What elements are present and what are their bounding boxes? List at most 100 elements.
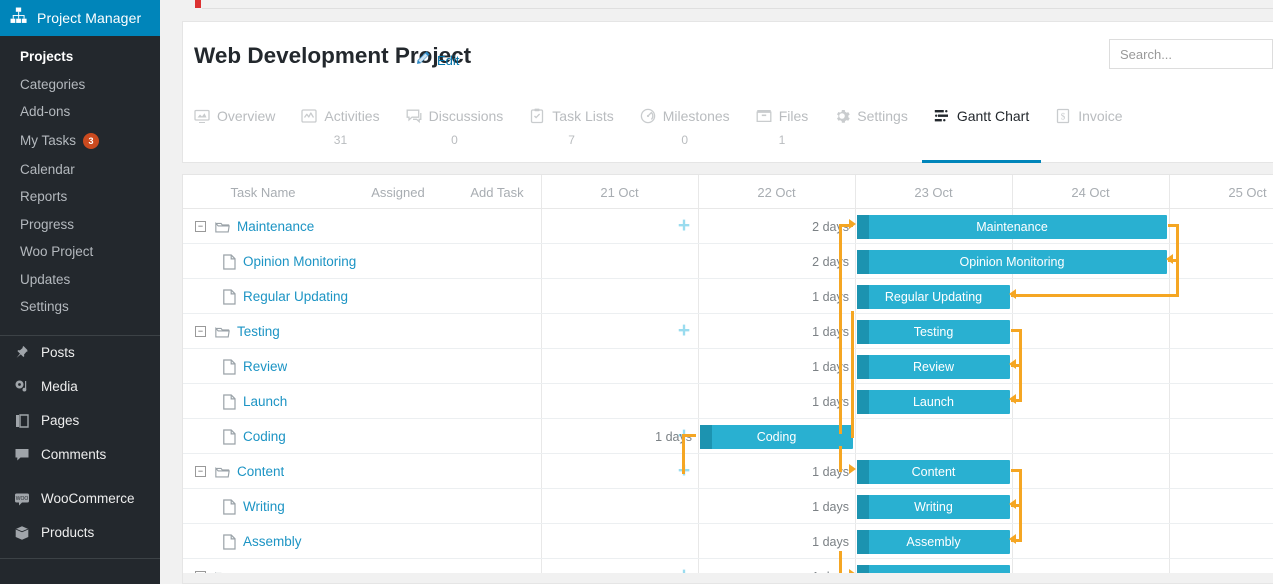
gantt-task-row[interactable]: −Content+1 daysContent [183,454,1273,489]
dependency-line [1168,224,1179,227]
task-name-cell[interactable]: Writing [223,489,541,524]
gantt-bar[interactable]: Writing [857,495,1010,519]
task-name-cell[interactable]: Opinion Monitoring [223,244,541,279]
tab-header: Files [756,108,809,124]
collapse-toggle-icon[interactable]: − [195,466,206,477]
sidebar-item-products[interactable]: Products [0,516,160,550]
sidebar-item-pages[interactable]: Pages [0,404,160,438]
gantt-bar[interactable]: Content [857,460,1010,484]
gantt-gridline [541,175,542,208]
task-name-cell[interactable]: − Testing [195,314,541,349]
gantt-column-header: Task Name [230,184,296,200]
task-name-label: Assembly [243,534,302,549]
gantt-task-row[interactable]: Review 1 days Review [183,349,1273,384]
tab-settings[interactable]: Settings [834,94,908,163]
task-name-label: Review [243,359,288,374]
sidebar-item-posts[interactable]: Posts [0,336,160,370]
task-name-cell[interactable]: − Content [195,454,541,489]
task-name-cell[interactable]: Coding [223,419,541,454]
dependency-arrow [1009,289,1016,299]
gantt-bar-label: Regular Updating [884,290,983,304]
tab-header: Discussions [406,108,503,124]
gantt-task-row[interactable]: Opinion Monitoring 2 days Opinion Monitori… [183,244,1273,279]
search-input[interactable] [1109,39,1273,69]
tab-gantt-chart[interactable]: Gantt Chart [921,94,1042,163]
sidebar-item-woo-project[interactable]: Woo Project [0,238,160,266]
dependency-line [682,434,696,437]
gantt-task-row[interactable]: Coding+1 daysCoding [183,419,1273,454]
gantt-bar-label: Coding [756,430,797,444]
sidebar-item-calendar[interactable]: Calendar [0,156,160,184]
menu-gap [0,472,160,482]
gantt-task-row[interactable]: − Testing +1 days Testing [183,314,1273,349]
task-name-cell[interactable]: − Maintenance [195,209,541,244]
tab-discussions[interactable]: Discussions 0 [406,94,503,163]
file-icon [223,253,236,270]
gantt-date-header: 25 Oct [1228,184,1267,200]
tab-invoice[interactable]: $ Invoice [1055,94,1123,163]
gantt-task-row[interactable]: − Maintenance +2 days Maintenance [183,209,1273,244]
task-name-cell[interactable]: Review [223,349,541,384]
add-task-button[interactable]: + [676,320,692,341]
gantt-bar[interactable]: Assembly [857,530,1010,554]
task-name-cell[interactable]: Assembly [223,524,541,559]
my-tasks-badge: 3 [83,132,100,149]
gantt-bar[interactable]: Launch [857,390,1010,414]
gantt-task-row[interactable]: Writing 1 days Writing [183,489,1273,524]
edit-link[interactable]: Edit [437,53,459,68]
task-name-cell[interactable]: Launch [223,384,541,419]
dependency-line [851,311,854,438]
dependency-arrow [1009,499,1016,509]
pages-icon [12,411,32,431]
sidebar-item-comments[interactable]: Comments [0,438,160,472]
tab-overview[interactable]: Overview [194,94,275,163]
gantt-bar[interactable]: Opinion Monitoring [857,250,1167,274]
tab-label: Activities [324,108,380,124]
file-icon [223,358,236,375]
gantt-bar-label: Content [911,465,956,479]
tab-task-lists[interactable]: Task Lists 7 [529,94,614,163]
edit-project-control[interactable]: Edit [415,50,459,71]
tab-label: Files [778,108,809,124]
sidebar-item-projects[interactable]: Projects [0,43,160,71]
task-name-label: Opinion Monitoring [243,254,357,269]
gantt-bar[interactable]: Testing [857,320,1010,344]
sidebar-item-categories[interactable]: Categories [0,71,160,99]
file-icon [223,533,236,550]
gantt-bar-label: Assembly [906,535,961,549]
woo-icon: WOO [12,489,32,509]
tab-header: Gantt Chart [934,108,1029,124]
gantt-footer [183,573,1273,583]
sidebar-item-label: Settings [20,299,69,314]
collapse-toggle-icon[interactable]: − [195,221,206,232]
sidebar-item-progress[interactable]: Progress [0,211,160,239]
add-task-button[interactable]: + [676,215,692,236]
sidebar-brand-project-manager[interactable]: Project Manager [0,0,168,36]
sidebar-item-woocommerce[interactable]: WOO WooCommerce [0,482,160,516]
sidebar-item-updates[interactable]: Updates [0,266,160,294]
sidebar-item-add-ons[interactable]: Add-ons [0,98,160,126]
gantt-task-row[interactable]: Assembly 1 days Assembly [183,524,1273,559]
dependency-line [839,224,842,434]
gantt-bar[interactable]: Regular Updating [857,285,1010,309]
gantt-bar-label: Testing [913,325,954,339]
gantt-bar[interactable]: Review [857,355,1010,379]
task-name-cell[interactable]: Regular Updating [223,279,541,314]
collapse-toggle-icon[interactable]: − [195,326,206,337]
sidebar-item-media[interactable]: Media [0,370,160,404]
milestone-icon [640,108,656,124]
active-tab-underline [921,160,1042,163]
file-icon [223,498,236,515]
tab-milestones[interactable]: Milestones 0 [640,94,730,163]
tab-activities[interactable]: Activities 31 [301,94,380,163]
gantt-bar[interactable]: Coding [700,425,853,449]
tab-files[interactable]: Files 1 [756,94,809,163]
gantt-task-row[interactable]: Launch 1 days Launch [183,384,1273,419]
sidebar-item-my-tasks[interactable]: My Tasks 3 [0,126,160,156]
gantt-date-header: 21 Oct [600,184,639,200]
media-icon [12,377,32,397]
dependency-line [839,446,842,469]
gantt-bar[interactable]: Maintenance [857,215,1167,239]
sidebar-item-reports[interactable]: Reports [0,183,160,211]
sidebar-item-settings[interactable]: Settings [0,293,160,321]
